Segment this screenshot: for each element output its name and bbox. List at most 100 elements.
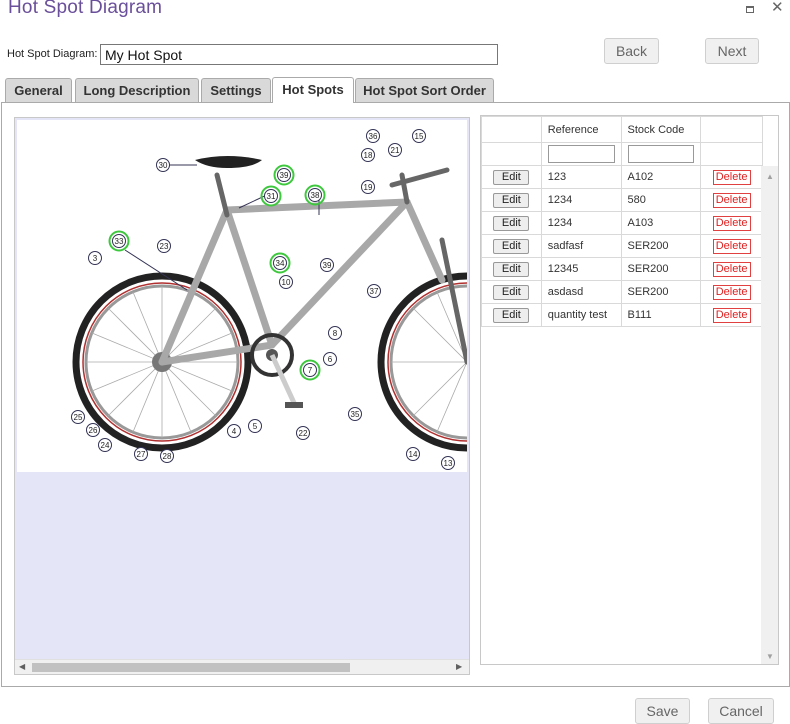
reference-cell: quantity test	[540, 303, 622, 327]
callout-number: 39	[323, 261, 332, 270]
callout-number: 23	[160, 242, 169, 251]
diagram-name-label: Hot Spot Diagram:	[7, 48, 98, 60]
bicycle-diagram-image[interactable]: 36 15 18 21 30 39 31 38 19 33 23 3 34 10 39 37 8 6 7 35 4 5 22…	[17, 120, 467, 472]
reference-filter-input[interactable]	[547, 145, 615, 163]
cancel-button[interactable]: Cancel	[708, 698, 774, 724]
scroll-right-arrow-icon[interactable]: ▶	[456, 662, 462, 671]
edit-button[interactable]: Edit	[493, 307, 530, 323]
close-icon[interactable]: ✕	[771, 0, 784, 15]
tab-hot-spot-sort-order[interactable]: Hot Spot Sort Order	[355, 78, 494, 102]
diagram-horizontal-scrollbar[interactable]: ◀ ▶	[15, 659, 469, 674]
stock-code-cell: A103	[620, 211, 702, 235]
grid-vertical-scrollbar[interactable]: ▲ ▼	[761, 166, 778, 664]
table-row: Edit 1234 A103 Delete	[481, 211, 763, 235]
diagram-name-input[interactable]	[100, 44, 498, 65]
delete-button[interactable]: Delete	[712, 261, 751, 277]
edit-button[interactable]: Edit	[493, 215, 530, 231]
callout-number: 24	[101, 441, 110, 450]
edit-button[interactable]: Edit	[493, 238, 530, 254]
edit-cell: Edit	[481, 257, 542, 281]
callout-number: 34	[276, 259, 285, 268]
reference-cell: 1234	[540, 211, 622, 235]
column-header-stock-code[interactable]: Stock Code	[620, 116, 702, 143]
stock-code-cell: SER200	[620, 234, 702, 258]
table-row: Edit 12345 SER200 Delete	[481, 257, 763, 281]
window-title: Hot Spot Diagram	[8, 0, 163, 18]
scroll-left-arrow-icon[interactable]: ◀	[19, 662, 25, 671]
callout-number: 31	[267, 192, 276, 201]
callout-number: 30	[159, 161, 168, 170]
hot-spots-grid: Reference Stock Code Edit 123 A102 Delete Ed…	[480, 115, 779, 665]
edit-button[interactable]: Edit	[493, 261, 530, 277]
callout-number: 6	[328, 355, 333, 364]
callout-number: 35	[351, 410, 360, 419]
scroll-up-arrow-icon[interactable]: ▲	[766, 172, 774, 181]
callout-number: 5	[253, 422, 258, 431]
delete-button[interactable]: Delete	[712, 169, 751, 185]
callout-number: 21	[391, 146, 400, 155]
scroll-down-arrow-icon[interactable]: ▼	[766, 652, 774, 661]
edit-button[interactable]: Edit	[493, 192, 530, 208]
callout-number: 10	[282, 278, 291, 287]
delete-button[interactable]: Delete	[712, 238, 751, 254]
back-button[interactable]: Back	[604, 38, 659, 64]
maximize-icon[interactable]	[746, 6, 754, 13]
callout-number: 13	[444, 459, 453, 468]
callout-number: 18	[364, 151, 373, 160]
reference-cell: asdasd	[540, 280, 622, 304]
tab-long-description[interactable]: Long Description	[75, 78, 199, 102]
callout-number: 14	[409, 450, 418, 459]
next-button[interactable]: Next	[705, 38, 759, 64]
callout-number: 19	[364, 183, 373, 192]
edit-cell: Edit	[481, 303, 542, 327]
stock-code-cell: A102	[620, 165, 702, 189]
delete-button[interactable]: Delete	[712, 215, 751, 231]
callout-number: 39	[280, 171, 289, 180]
delete-button[interactable]: Delete	[712, 192, 751, 208]
filter-cell-stock-code	[620, 142, 702, 166]
filter-cell-empty	[481, 142, 542, 166]
stock-code-cell: SER200	[620, 257, 702, 281]
callout-number: 28	[163, 452, 172, 461]
tab-settings[interactable]: Settings	[201, 78, 271, 102]
table-row: Edit 123 A102 Delete	[481, 165, 763, 189]
edit-button[interactable]: Edit	[493, 169, 530, 185]
tab-general[interactable]: General	[5, 78, 72, 102]
delete-cell: Delete	[700, 257, 763, 281]
reference-cell: sadfasf	[540, 234, 622, 258]
bicycle-illustration: 36 15 18 21 30 39 31 38 19 33 23 3 34 10 39 37 8 6 7 35 4 5 22…	[71, 129, 467, 470]
callout-number: 3	[93, 254, 98, 263]
stock-code-filter-input[interactable]	[627, 145, 695, 163]
tab-hot-spots[interactable]: Hot Spots	[272, 77, 354, 103]
callout-number: 27	[137, 450, 146, 459]
table-row: Edit quantity test B111 Delete	[481, 303, 763, 327]
diagram-viewer[interactable]: 36 15 18 21 30 39 31 38 19 33 23 3 34 10 39 37 8 6 7 35 4 5 22…	[14, 117, 470, 675]
column-header-actions	[481, 116, 542, 143]
column-header-reference[interactable]: Reference	[540, 116, 622, 143]
delete-cell: Delete	[700, 303, 763, 327]
delete-button[interactable]: Delete	[712, 307, 751, 323]
edit-cell: Edit	[481, 280, 542, 304]
callout-number: 33	[115, 237, 124, 246]
callout-number: 4	[232, 427, 237, 436]
save-button[interactable]: Save	[635, 698, 690, 724]
stock-code-cell: B111	[620, 303, 702, 327]
edit-cell: Edit	[481, 234, 542, 258]
edit-cell: Edit	[481, 188, 542, 212]
delete-cell: Delete	[700, 234, 763, 258]
edit-button[interactable]: Edit	[493, 284, 530, 300]
delete-button[interactable]: Delete	[712, 284, 751, 300]
callout-number: 36	[369, 132, 378, 141]
scrollbar-thumb[interactable]	[32, 663, 350, 672]
delete-cell: Delete	[700, 165, 763, 189]
callout-number: 37	[370, 287, 379, 296]
edit-cell: Edit	[481, 211, 542, 235]
callout-number: 7	[308, 366, 313, 375]
delete-cell: Delete	[700, 211, 763, 235]
stock-code-cell: SER200	[620, 280, 702, 304]
callout-number: 26	[89, 426, 98, 435]
callout-number: 15	[415, 132, 424, 141]
filter-cell-reference	[540, 142, 622, 166]
filter-cell-empty	[700, 142, 763, 166]
table-row: Edit asdasd SER200 Delete	[481, 280, 763, 304]
